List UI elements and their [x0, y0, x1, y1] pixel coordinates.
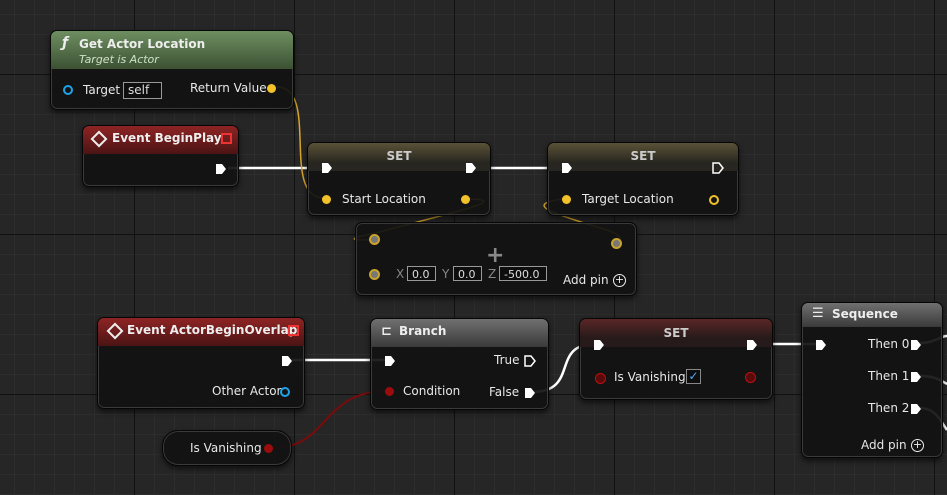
exec-in-pin[interactable] [321, 162, 333, 174]
then-0-pin[interactable] [910, 339, 922, 351]
y-value-box[interactable]: 0.0 [453, 266, 482, 281]
node-title: Branch [399, 324, 447, 338]
sequence-icon: ☰ [812, 306, 824, 321]
is-vanishing-label: Is Vanishing [614, 370, 686, 384]
y-label: Y [442, 267, 450, 281]
exec-in-pin[interactable] [815, 339, 827, 351]
condition-label: Condition [403, 384, 461, 398]
is-vanishing-in-pin[interactable] [595, 373, 606, 384]
z-label: Z [488, 267, 497, 281]
event-diamond-icon [106, 322, 124, 340]
start-location-in-pin[interactable] [322, 195, 331, 204]
get-actor-location-node[interactable]: ƒ Get Actor Location Target is Actor Tar… [50, 30, 294, 110]
is-vanishing-getter-node[interactable]: Is Vanishing [162, 430, 292, 466]
x-label: X [396, 267, 405, 281]
is-vanishing-getter-label: Is Vanishing [190, 441, 262, 455]
target-location-out-pin[interactable] [709, 195, 719, 205]
vector-out-pin[interactable] [611, 238, 622, 249]
branch-icon: ⊏ [381, 324, 392, 339]
start-location-label: Start Location [342, 192, 426, 206]
vector-in-a-pin[interactable] [369, 234, 380, 245]
node-title: Event BeginPlay [112, 131, 222, 145]
sequence-node[interactable]: ☰ Sequence Then 0 Then 1 Then 2 Add pin … [801, 302, 943, 458]
exec-out-pin[interactable] [281, 355, 293, 367]
return-value-pin[interactable] [267, 84, 276, 93]
node-title: SET [386, 149, 412, 163]
then-1-pin[interactable] [910, 371, 922, 383]
event-beginplay-node[interactable]: Event BeginPlay [82, 125, 239, 187]
set-header[interactable]: SET [308, 143, 490, 171]
get-actor-location-header[interactable]: ƒ Get Actor Location Target is Actor [51, 31, 293, 69]
then-1-label: Then 1 [868, 369, 910, 383]
exec-out-pin[interactable] [746, 339, 758, 351]
true-label: True [494, 353, 520, 367]
set-header[interactable]: SET [548, 143, 738, 171]
target-value-box[interactable]: self [123, 82, 162, 99]
delegate-pin[interactable] [221, 133, 232, 144]
exec-out-pin[interactable] [215, 163, 227, 175]
node-title: Event ActorBeginOverlap [127, 323, 298, 337]
then-2-pin[interactable] [910, 403, 922, 415]
event-diamond-icon [90, 130, 108, 148]
other-actor-label: Other Actor [212, 384, 282, 398]
delegate-pin[interactable] [288, 325, 299, 336]
set-target-location-node[interactable]: SET Target Location [547, 142, 739, 216]
is-vanishing-getter-pin[interactable] [264, 444, 273, 453]
exec-in-pin[interactable] [593, 339, 605, 351]
exec-in-pin[interactable] [384, 355, 396, 367]
then-0-label: Then 0 [868, 337, 910, 351]
is-vanishing-out-pin[interactable] [745, 372, 756, 383]
set-start-location-node[interactable]: SET Start Location [307, 142, 491, 216]
true-exec-pin[interactable] [524, 355, 536, 367]
vector-add-node[interactable]: + X 0.0 Y 0.0 Z -500.0 Add pin + [355, 222, 637, 296]
event-actorbeginoverlap-node[interactable]: Event ActorBeginOverlap Other Actor [97, 317, 305, 409]
false-exec-pin[interactable] [524, 387, 536, 399]
node-title: Get Actor Location [79, 37, 206, 51]
then-2-label: Then 2 [868, 401, 910, 415]
vector-in-b-pin[interactable] [369, 269, 380, 280]
condition-pin[interactable] [385, 387, 394, 396]
target-location-label: Target Location [582, 192, 674, 206]
branch-node[interactable]: ⊏ Branch True Condition False [370, 318, 549, 410]
add-pin-label[interactable]: Add pin [861, 438, 907, 452]
sequence-header[interactable]: ☰ Sequence [802, 303, 942, 327]
target-pin[interactable] [63, 85, 73, 95]
target-label: Target [83, 83, 121, 97]
event-overlap-header[interactable]: Event ActorBeginOverlap [98, 318, 304, 346]
branch-header[interactable]: ⊏ Branch [371, 319, 548, 347]
exec-in-pin[interactable] [561, 162, 573, 174]
add-pin-plus-icon[interactable]: + [613, 274, 626, 287]
z-value-box[interactable]: -500.0 [499, 266, 547, 281]
other-actor-pin[interactable] [280, 387, 290, 397]
node-title: SET [663, 326, 689, 340]
add-pin-plus-icon[interactable]: + [911, 439, 924, 452]
target-location-in-pin[interactable] [562, 195, 571, 204]
node-title: Sequence [832, 307, 898, 321]
exec-out-pin[interactable] [712, 162, 724, 174]
add-pin-label[interactable]: Add pin [563, 273, 609, 287]
event-beginplay-header[interactable]: Event BeginPlay [83, 126, 238, 154]
function-icon: ƒ [62, 35, 69, 51]
exec-out-pin[interactable] [465, 162, 477, 174]
start-location-out-pin[interactable] [461, 195, 470, 204]
node-title: SET [630, 149, 656, 163]
set-header[interactable]: SET [580, 319, 772, 347]
false-label: False [489, 385, 520, 399]
is-vanishing-checkbox[interactable]: ✓ [686, 369, 701, 384]
set-is-vanishing-node[interactable]: SET Is Vanishing ✓ [579, 318, 773, 400]
x-value-box[interactable]: 0.0 [407, 266, 436, 281]
return-value-label: Return Value [190, 81, 267, 95]
node-subtitle: Target is Actor [79, 53, 159, 66]
add-operator-icon: + [486, 243, 505, 268]
